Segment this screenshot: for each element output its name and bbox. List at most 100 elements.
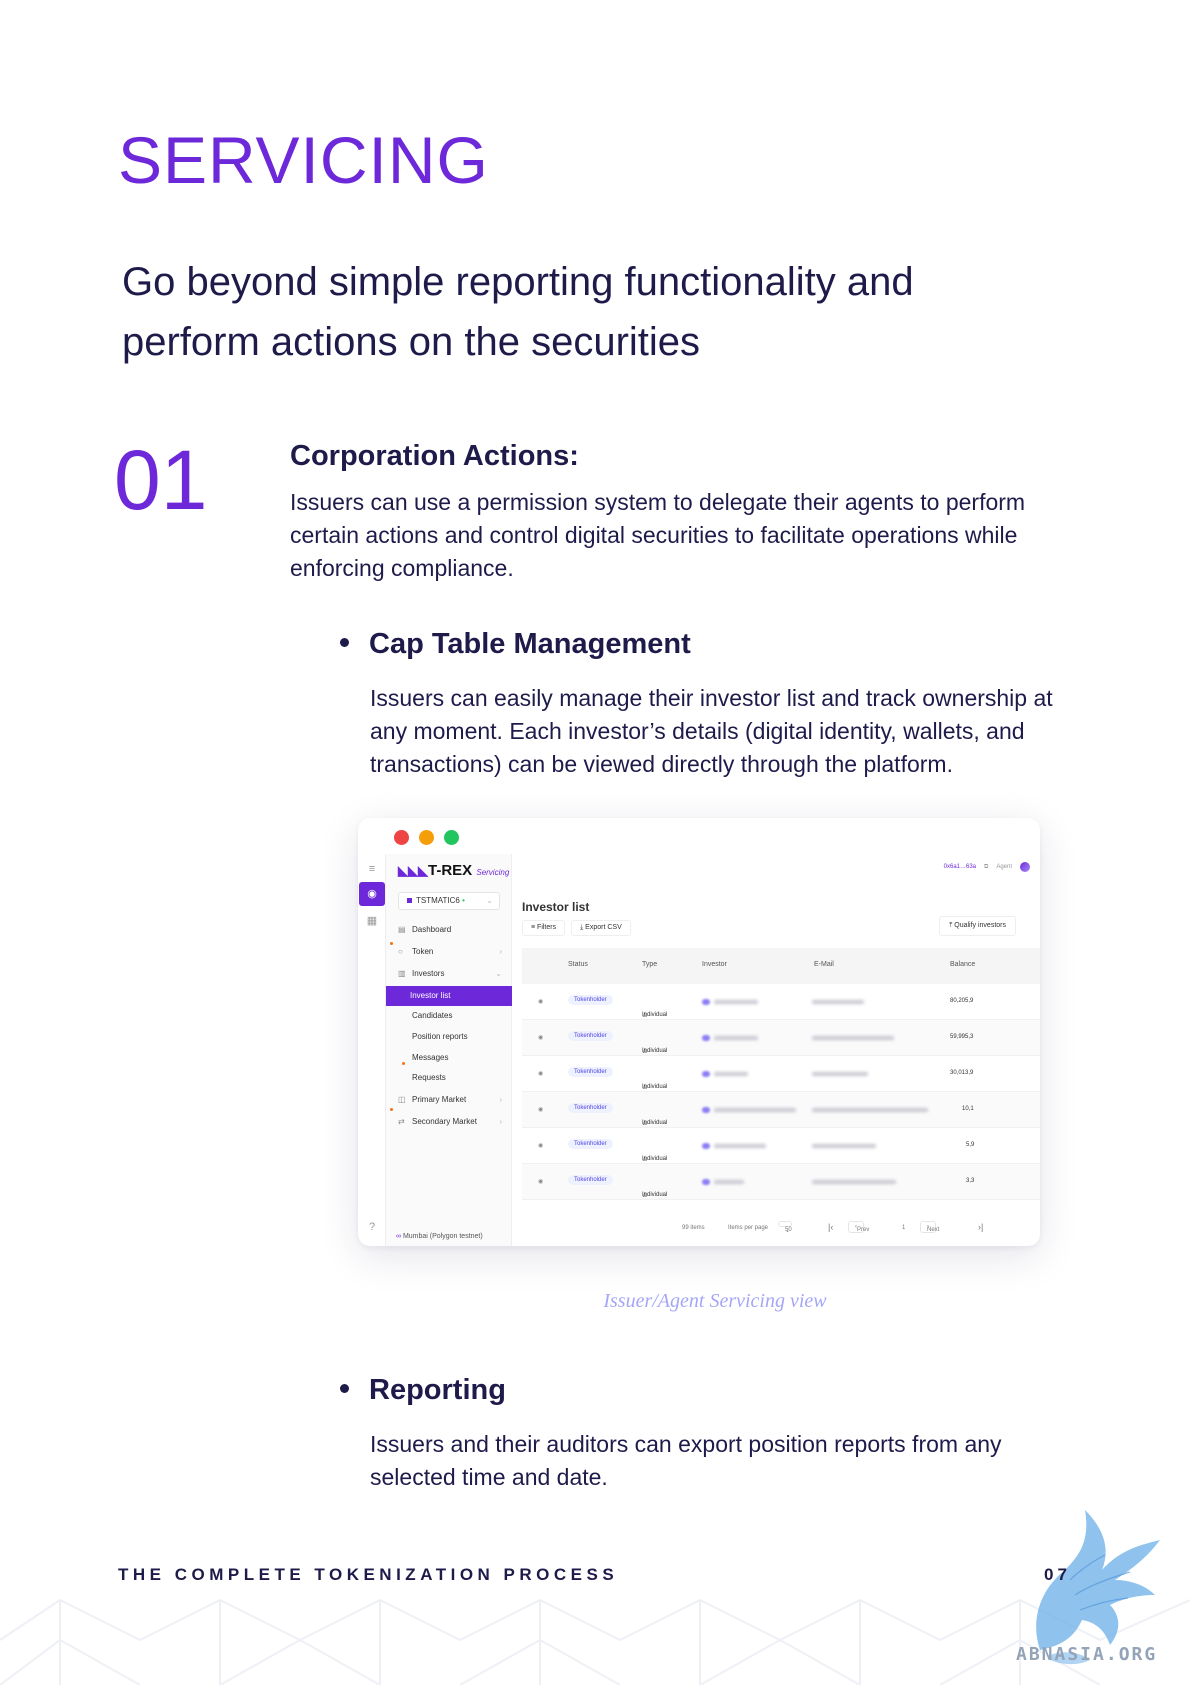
copy-icon[interactable]: ⧉ xyxy=(984,864,988,871)
export-csv-button[interactable]: ⤓ Export CSV xyxy=(571,920,631,936)
sidebar-item-primary-market[interactable]: ◫ Primary Market › xyxy=(392,1090,512,1110)
avatar[interactable] xyxy=(1020,862,1030,872)
window-controls xyxy=(394,830,459,845)
table-row[interactable]: ◉ Tokenholder ♙ Individual 3,3 xyxy=(522,1164,1040,1200)
role-label: Agent xyxy=(996,864,1012,870)
help-icon[interactable]: ? xyxy=(363,1218,381,1236)
bullet-dot xyxy=(340,637,349,647)
eye-icon[interactable]: ◉ xyxy=(538,1034,543,1041)
token-selector[interactable]: TSTMATIC6 • ⌄ xyxy=(398,892,500,910)
table-row[interactable]: ◉ Tokenholder ♙ Individual 30,013,9 xyxy=(522,1056,1040,1092)
filters-button[interactable]: ≡ Filters xyxy=(522,920,566,936)
download-icon: ⤓ xyxy=(580,924,584,931)
next-button[interactable]: Next › xyxy=(920,1221,939,1233)
qualify-investors-button[interactable]: ⤒ Qualify investors xyxy=(939,916,1016,936)
wallet-address[interactable]: 0x6a1…63a xyxy=(944,864,976,870)
bullet-cap-table-title: Cap Table Management xyxy=(340,628,691,661)
screenshot-caption: Issuer/Agent Servicing view xyxy=(603,1290,827,1312)
footer-title: THE COMPLETE TOKENIZATION PROCESS xyxy=(118,1565,619,1584)
column-balance[interactable]: Balance xyxy=(950,961,975,968)
sidebar: ◣◣◣T-REX Servicing TSTMATIC6 • ⌄ ▤ Dashbo… xyxy=(386,854,512,1246)
app-screenshot: ≡ ◉ ▦ ? ◣◣◣T-REX Servicing TSTMATIC6 • ⌄… xyxy=(358,818,1040,1246)
network-link-icon: ∞ xyxy=(396,1233,401,1240)
table-row[interactable]: ◉ Tokenholder ♙ Individual 10,1 xyxy=(522,1092,1040,1128)
sidebar-item-token[interactable]: ○ Token › xyxy=(392,942,512,962)
items-count: 99 items xyxy=(682,1225,705,1231)
sidebar-item-investors[interactable]: ▥ Investors ⌄ xyxy=(392,964,512,984)
bullet-dot xyxy=(340,1383,349,1393)
dashboard-icon: ▤ xyxy=(398,925,406,934)
items-per-page-label: Items per page xyxy=(728,1225,769,1231)
status-badge: Tokenholder xyxy=(568,1175,613,1185)
bullet-cap-table-description: Issuers can easily manage their investor… xyxy=(370,685,1053,777)
last-page-icon[interactable]: ›| xyxy=(978,1222,983,1232)
sidebar-item-secondary-market[interactable]: ⇄ Secondary Market › xyxy=(392,1112,512,1132)
status-badge: Tokenholder xyxy=(568,1139,613,1149)
column-type[interactable]: Type xyxy=(642,961,657,968)
token-rail-icon[interactable]: ◉ xyxy=(359,882,385,906)
token-icon: ○ xyxy=(398,947,403,956)
maximize-dot-icon[interactable] xyxy=(444,830,459,845)
sidebar-item-investor-list[interactable]: Investor list xyxy=(386,986,512,1006)
page-number[interactable]: 1 xyxy=(902,1225,905,1231)
table-row[interactable]: ◉ Tokenholder ♙ Individual 59,995,3 xyxy=(522,1020,1040,1056)
balance-cell: 80,205,9 xyxy=(950,998,974,1004)
table-row[interactable]: ◉ Tokenholder ♙ Individual 80,205,9 xyxy=(522,984,1040,1020)
network-indicator[interactable]: ∞ Mumbai (Polygon testnet) xyxy=(396,1233,483,1240)
upload-icon: ⤒ xyxy=(949,922,953,929)
close-dot-icon[interactable] xyxy=(394,830,409,845)
eye-icon[interactable]: ◉ xyxy=(538,1070,543,1077)
bullet-title-text: Reporting xyxy=(369,1374,506,1406)
table-row[interactable]: ◉ Tokenholder ♙ Individual 5,9 xyxy=(522,1128,1040,1164)
bullet-reporting-title: Reporting xyxy=(340,1374,506,1407)
pagination: 99 items Items per page 50 ⌄ |‹ ‹ Prev 1… xyxy=(522,1220,1040,1240)
eye-icon[interactable]: ◉ xyxy=(538,1106,543,1113)
page-title: SERVICING xyxy=(118,123,489,197)
status-badge: Tokenholder xyxy=(568,1031,613,1041)
status-badge: Tokenholder xyxy=(568,1103,613,1113)
collapse-menu-icon[interactable]: ≡ xyxy=(363,860,381,878)
column-investor[interactable]: Investor xyxy=(702,961,727,968)
topbar: 0x6a1…63a ⧉ Agent xyxy=(944,862,1030,872)
icon-rail: ≡ ◉ ▦ ? xyxy=(358,854,386,1246)
watermark-text: ABNASIA.ORG xyxy=(1016,1644,1158,1665)
investor-list-title: Investor list xyxy=(522,900,590,914)
sidebar-item-dashboard[interactable]: ▤ Dashboard xyxy=(392,920,512,940)
primary-market-icon: ◫ xyxy=(398,1095,406,1104)
column-status[interactable]: Status xyxy=(568,961,588,968)
minimize-dot-icon[interactable] xyxy=(419,830,434,845)
eye-icon[interactable]: ◉ xyxy=(538,998,543,1005)
table-header: Status Type Investor E-Mail Balance xyxy=(522,948,1040,984)
calendar-rail-icon[interactable]: ▦ xyxy=(363,912,381,930)
sidebar-item-requests[interactable]: Requests xyxy=(392,1068,512,1088)
sidebar-item-candidates[interactable]: Candidates xyxy=(392,1006,512,1026)
table-toolbar: ≡ Filters ⤓ Export CSV xyxy=(522,920,631,936)
trex-logo: ◣◣◣T-REX Servicing xyxy=(398,862,510,879)
section-description: Issuers can use a permission system to d… xyxy=(290,489,1026,581)
status-badge: Tokenholder xyxy=(568,1067,613,1077)
page-number: 07 xyxy=(1044,1565,1071,1584)
secondary-market-icon: ⇄ xyxy=(398,1117,405,1126)
prev-button[interactable]: ‹ Prev xyxy=(848,1221,869,1233)
balance-cell: 59,995,3 xyxy=(950,1034,974,1040)
items-per-page-select[interactable]: 50 ⌄ xyxy=(778,1221,792,1234)
main-panel: 0x6a1…63a ⧉ Agent Investor list ≡ Filter… xyxy=(512,854,1040,1246)
investor-table: Status Type Investor E-Mail Balance ◉ To… xyxy=(522,948,1040,1200)
first-page-icon[interactable]: |‹ xyxy=(828,1222,833,1232)
eye-icon[interactable]: ◉ xyxy=(538,1178,543,1185)
section-title: Corporation Actions: xyxy=(290,440,579,472)
sidebar-item-position-reports[interactable]: Position reports xyxy=(392,1027,512,1047)
balance-cell: 10,1 xyxy=(962,1106,974,1112)
sidebar-item-messages[interactable]: Messages xyxy=(392,1048,512,1068)
balance-cell: 5,9 xyxy=(966,1142,975,1148)
column-email[interactable]: E-Mail xyxy=(814,961,834,968)
status-badge: Tokenholder xyxy=(568,995,613,1005)
eye-icon[interactable]: ◉ xyxy=(538,1142,543,1149)
investors-icon: ▥ xyxy=(398,969,406,978)
balance-cell: 30,013,9 xyxy=(950,1070,974,1076)
page-subtitle: Go beyond simple reporting functionality… xyxy=(122,260,914,364)
filter-icon: ≡ xyxy=(531,924,536,931)
bullet-title-text: Cap Table Management xyxy=(369,628,691,660)
bullet-reporting-description: Issuers and their auditors can export po… xyxy=(370,1431,1002,1490)
balance-cell: 3,3 xyxy=(966,1178,975,1184)
